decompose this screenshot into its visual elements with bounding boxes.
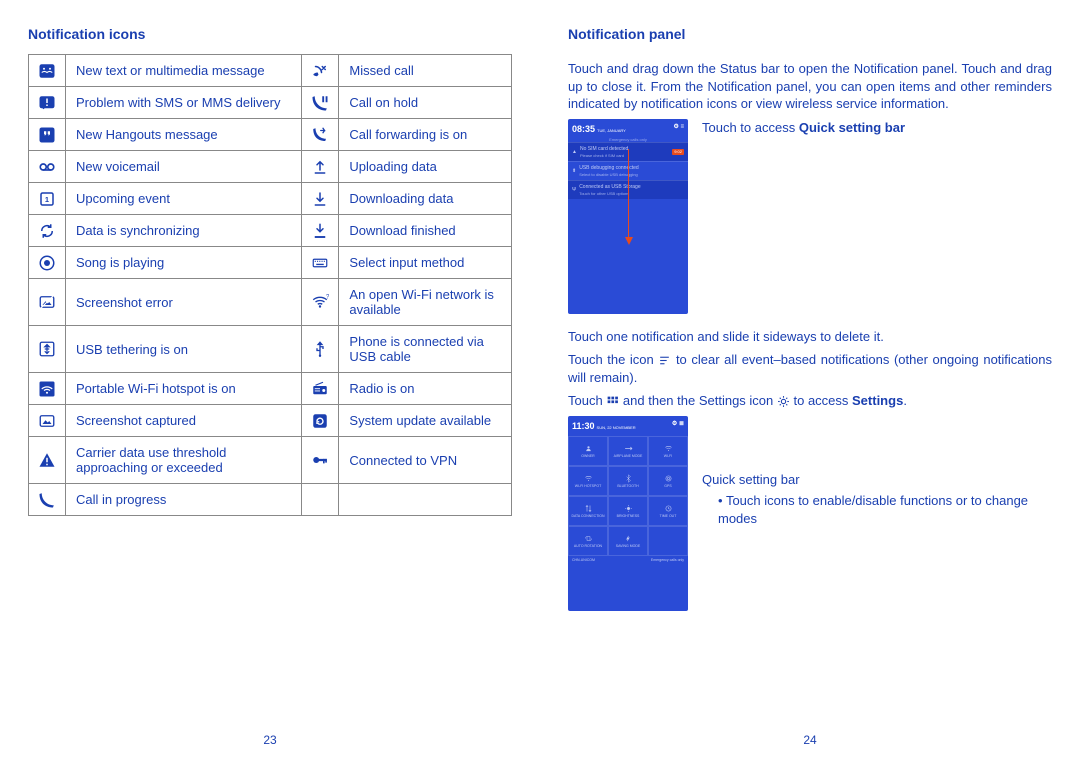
quick-setting-bullet: Touch icons to enable/disable functions … bbox=[702, 492, 1052, 527]
update-icon bbox=[302, 405, 339, 437]
call-forward-icon bbox=[302, 119, 339, 151]
screenshot-notification-panel: 08:35TUE, JANUARY ⚙ ≡ Emergency calls on… bbox=[568, 119, 688, 314]
download-done-icon bbox=[302, 215, 339, 247]
clear-icon bbox=[658, 354, 671, 367]
download-icon bbox=[302, 183, 339, 215]
call-hold-icon bbox=[302, 87, 339, 119]
right-page: Notification panel Touch and drag down t… bbox=[568, 20, 1052, 747]
tip-clear: Touch the icon to clear all event–based … bbox=[568, 351, 1052, 386]
notification-icons-table: New text or multimedia message Missed ca… bbox=[28, 54, 512, 516]
page-number: 23 bbox=[28, 721, 512, 747]
intro-text: Touch and drag down the Status bar to op… bbox=[568, 60, 1052, 113]
icon-label: Radio is on bbox=[339, 373, 512, 405]
icon-label: Screenshot error bbox=[66, 279, 302, 326]
icon-label: Data is synchronizing bbox=[66, 215, 302, 247]
radio-icon bbox=[302, 373, 339, 405]
icon-label: Call on hold bbox=[339, 87, 512, 119]
usb-tether-icon bbox=[29, 326, 66, 373]
icon-label: An open Wi-Fi network is available bbox=[339, 279, 512, 326]
hangouts-icon bbox=[29, 119, 66, 151]
icon-label: Problem with SMS or MMS delivery bbox=[66, 87, 302, 119]
touch-quick-caption: Touch to access Quick setting bar bbox=[702, 120, 905, 135]
quick-grid-icon bbox=[606, 395, 619, 408]
sync-icon bbox=[29, 215, 66, 247]
heading-notification-icons: Notification icons bbox=[28, 26, 512, 42]
swipe-down-arrow bbox=[628, 149, 629, 243]
icon-label: Call forwarding is on bbox=[339, 119, 512, 151]
page-number: 24 bbox=[568, 721, 1052, 747]
voicemail-icon bbox=[29, 151, 66, 183]
icon-label: Carrier data use threshold approaching o… bbox=[66, 437, 302, 484]
icon-label: System update available bbox=[339, 405, 512, 437]
keyboard-icon bbox=[302, 247, 339, 279]
message-icon bbox=[29, 55, 66, 87]
calendar-icon: 1 bbox=[29, 183, 66, 215]
upload-icon bbox=[302, 151, 339, 183]
gear-icon bbox=[777, 395, 790, 408]
missed-call-icon bbox=[302, 55, 339, 87]
icon-label: Downloading data bbox=[339, 183, 512, 215]
icon-label: Select input method bbox=[339, 247, 512, 279]
screenshot-quick-settings: 11:30SUN, 22 NOVEMBER ⚙ ≣ OWNER AIRPLANE… bbox=[568, 416, 688, 611]
screenshot-error-icon bbox=[29, 279, 66, 326]
icon-label: Missed call bbox=[339, 55, 512, 87]
call-icon bbox=[29, 484, 66, 516]
left-page: Notification icons New text or multimedi… bbox=[28, 20, 512, 747]
icon-label: Phone is connected via USB cable bbox=[339, 326, 512, 373]
svg-text:1: 1 bbox=[45, 195, 49, 204]
icon-label: New Hangouts message bbox=[66, 119, 302, 151]
svg-text:?: ? bbox=[326, 294, 329, 300]
warning-icon bbox=[29, 437, 66, 484]
icon-label: New text or multimedia message bbox=[66, 55, 302, 87]
screenshot-icon bbox=[29, 405, 66, 437]
tip-delete: Touch one notification and slide it side… bbox=[568, 328, 1052, 346]
icon-label: Screenshot captured bbox=[66, 405, 302, 437]
icon-label: New voicemail bbox=[66, 151, 302, 183]
heading-notification-panel: Notification panel bbox=[568, 26, 1052, 42]
icon-label: Song is playing bbox=[66, 247, 302, 279]
icon-label: Call in progress bbox=[66, 484, 302, 516]
usb-connected-icon bbox=[302, 326, 339, 373]
hotspot-icon bbox=[29, 373, 66, 405]
quick-setting-label: Quick setting bar bbox=[702, 471, 1052, 489]
play-music-icon bbox=[29, 247, 66, 279]
icon-label: Upcoming event bbox=[66, 183, 302, 215]
sms-problem-icon bbox=[29, 87, 66, 119]
vpn-key-icon bbox=[302, 437, 339, 484]
wifi-open-icon: ? bbox=[302, 279, 339, 326]
icon-label: Uploading data bbox=[339, 151, 512, 183]
icon-label: Portable Wi-Fi hotspot is on bbox=[66, 373, 302, 405]
icon-label: USB tethering is on bbox=[66, 326, 302, 373]
icon-label: Connected to VPN bbox=[339, 437, 512, 484]
icon-label: Download finished bbox=[339, 215, 512, 247]
tip-settings: Touch and then the Settings icon to acce… bbox=[568, 392, 1052, 410]
